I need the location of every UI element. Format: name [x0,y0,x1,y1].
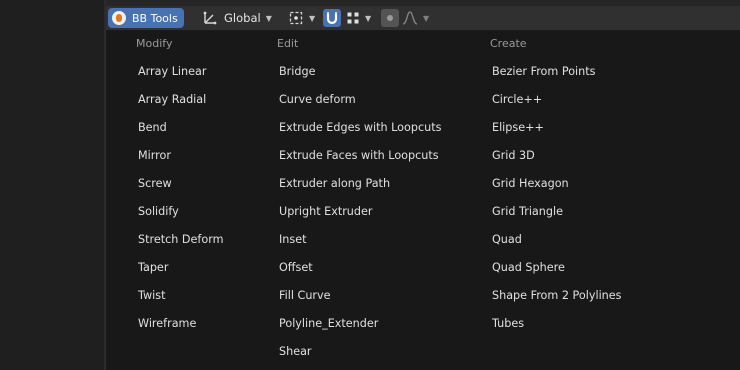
menu-item[interactable]: Offset [279,260,313,276]
menu-item[interactable]: Bend [138,120,167,136]
menu-item[interactable]: Solidify [138,204,179,220]
menu-item[interactable]: Grid Hexagon [492,176,569,192]
pivot-point-dropdown[interactable]: ▼ [288,8,315,28]
transform-orientation-dropdown[interactable]: Global ▼ [202,8,272,28]
chevron-down-icon: ▼ [365,13,372,23]
proportional-editing-toggle[interactable] [381,9,399,27]
menu-item[interactable]: Quad [492,232,522,248]
chevron-down-icon: ▼ [309,13,316,23]
menu-item[interactable]: Mirror [138,148,171,164]
menu-item[interactable]: Upright Extruder [279,204,372,220]
menu-item[interactable]: Bridge [279,64,315,80]
magnet-icon [326,12,338,25]
orientation-label: Global [224,11,261,25]
menu-item[interactable]: Wireframe [138,316,196,332]
menu-item[interactable]: Bezier From Points [492,64,595,80]
blender-logo-icon [112,11,126,25]
menu-item[interactable]: Stretch Deform [138,232,224,248]
snap-element-dropdown[interactable]: ▼ [346,8,371,28]
menu-item[interactable]: Grid 3D [492,148,535,164]
menu-item[interactable]: Inset [279,232,307,248]
menu-item[interactable]: Extrude Edges with Loopcuts [279,120,441,136]
menu-item[interactable]: Taper [138,260,168,276]
menu-item[interactable]: Fill Curve [279,288,331,304]
bb-tools-menu-button[interactable]: BB Tools [108,8,184,28]
menu-item[interactable]: Array Radial [138,92,206,108]
menu-item[interactable]: Elipse++ [492,120,544,136]
menu-item[interactable]: Quad Sphere [492,260,565,276]
edit-column-heading: Edit [277,37,299,50]
menu-item[interactable]: Shape From 2 Polylines [492,288,621,304]
bb-tools-label: BB Tools [132,11,178,25]
menu-item[interactable]: Shear [279,344,312,360]
chevron-down-icon: ▼ [423,13,430,23]
chevron-down-icon: ▼ [265,13,272,23]
menu-item[interactable]: Twist [138,288,165,304]
menu-item[interactable]: Curve deform [279,92,356,108]
menu-item[interactable]: Extruder along Path [279,176,390,192]
menu-item[interactable]: Grid Triangle [492,204,563,220]
menu-item[interactable]: Tubes [492,316,524,332]
modify-column-heading: Modify [136,37,173,50]
viewport-header: BB Tools Global ▼ ▼ ▼ ▼ [106,6,740,31]
menu-item[interactable]: Polyline_Extender [279,316,378,332]
create-column-heading: Create [490,37,527,50]
menu-item[interactable]: Array Linear [138,64,206,80]
bb-tools-dropdown-menu: Modify Array Linear Array Radial Bend Mirro… [106,31,740,370]
falloff-curve-icon [402,11,418,25]
menu-item[interactable]: Extrude Faces with Loopcuts [279,148,439,164]
transform-axes-icon [203,11,217,25]
menu-item[interactable]: Circle++ [492,92,542,108]
proportional-falloff-dropdown[interactable]: ▼ [402,8,429,28]
snap-toggle-button[interactable] [323,9,341,27]
pivot-point-icon [289,11,303,25]
snap-grid-icon [347,12,359,24]
menu-item[interactable]: Screw [138,176,172,192]
